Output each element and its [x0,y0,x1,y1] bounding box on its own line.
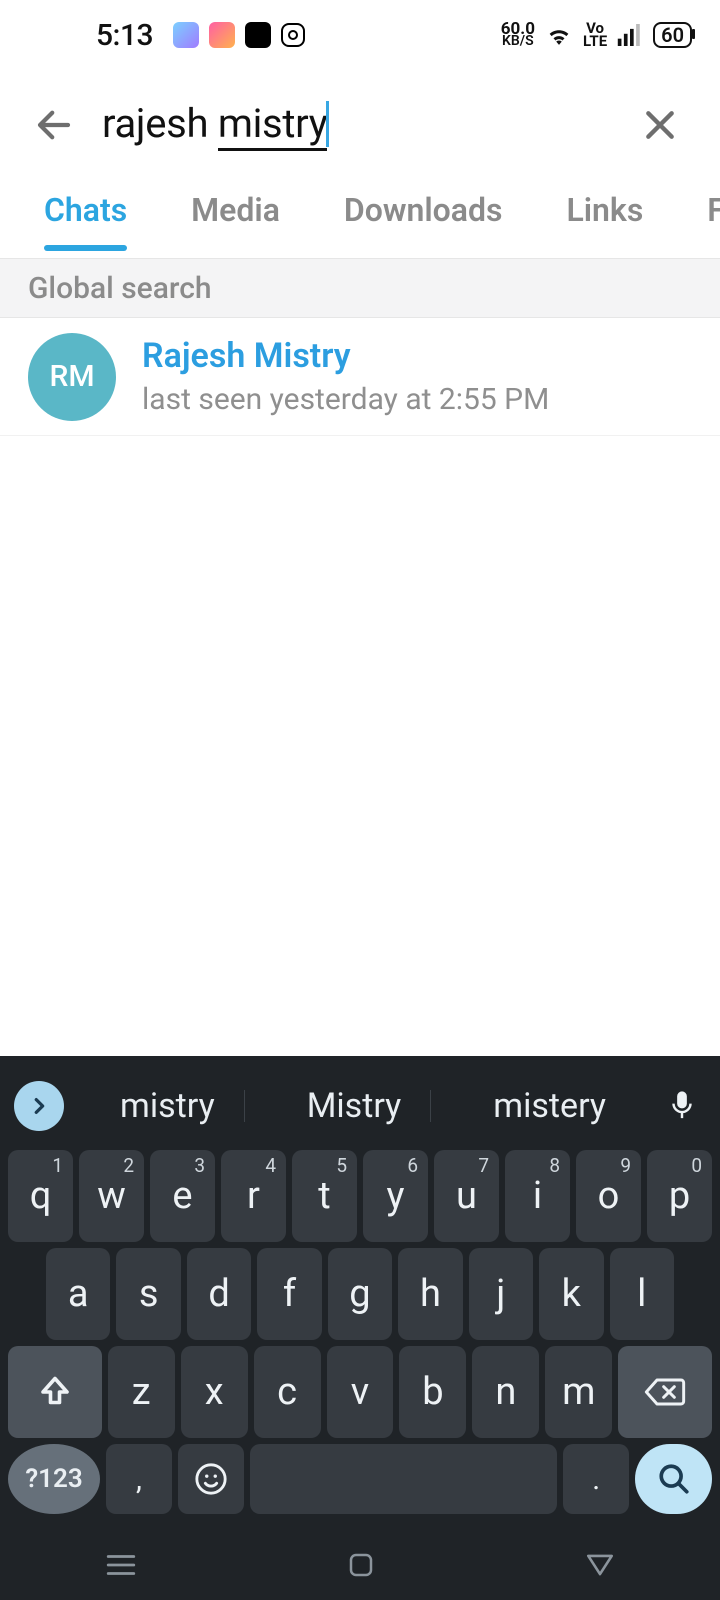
nav-recent-icon[interactable] [104,1552,138,1578]
kb-key-m[interactable]: m [545,1346,612,1438]
tray-app-icon-3 [245,22,271,48]
kb-key-w[interactable]: w2 [79,1150,144,1242]
status-time: 5:13 [96,18,153,53]
wifi-icon [545,24,573,46]
kb-key-l[interactable]: l [610,1248,674,1340]
kb-key-j[interactable]: j [469,1248,533,1340]
avatar: RM [28,333,116,421]
battery-indicator: 60 [653,22,692,48]
kb-key-x[interactable]: x [181,1346,248,1438]
kb-key-v[interactable]: v [327,1346,394,1438]
search-input[interactable]: rajesh mistry [102,100,630,149]
result-name: Rajesh Mistry [142,336,549,376]
kb-expand-button[interactable] [14,1081,64,1131]
signal-icon [617,24,643,46]
kb-shift-key[interactable] [8,1346,102,1438]
kb-key-y[interactable]: y6 [363,1150,428,1242]
kb-suggestion-2[interactable]: Mistry [293,1084,416,1128]
kb-key-i[interactable]: i8 [505,1150,570,1242]
kb-numbers-key[interactable]: ?123 [8,1444,100,1514]
tray-app-icon-instagram [281,23,305,47]
kb-key-p[interactable]: p0 [647,1150,712,1242]
kb-search-key[interactable] [635,1444,712,1514]
kb-period-key[interactable]: . [563,1444,629,1514]
tab-chats[interactable]: Chats [44,191,127,247]
kb-key-s[interactable]: s [116,1248,180,1340]
nav-home-icon[interactable] [346,1550,376,1580]
kb-key-r[interactable]: r4 [221,1150,286,1242]
kb-key-q[interactable]: q1 [8,1150,73,1242]
clear-search-button[interactable] [630,95,690,155]
kb-key-n[interactable]: n [472,1346,539,1438]
kb-key-b[interactable]: b [399,1346,466,1438]
search-result-row[interactable]: RM Rajesh Mistry last seen yesterday at … [0,318,720,436]
tab-files-truncated[interactable]: F [707,191,720,247]
kb-key-o[interactable]: o9 [576,1150,641,1242]
kb-key-a[interactable]: a [46,1248,110,1340]
search-header: rajesh mistry [0,70,720,180]
kb-key-t[interactable]: t5 [292,1150,357,1242]
kb-key-c[interactable]: c [254,1346,321,1438]
kb-key-g[interactable]: g [328,1248,392,1340]
kb-key-e[interactable]: e3 [150,1150,215,1242]
kb-mic-icon[interactable] [660,1089,704,1123]
back-button[interactable] [24,95,84,155]
kb-comma-key[interactable]: , [106,1444,172,1514]
kb-backspace-key[interactable] [618,1346,712,1438]
tab-downloads[interactable]: Downloads [344,191,503,247]
kb-key-z[interactable]: z [108,1346,175,1438]
kb-suggestion-3[interactable]: mistery [479,1084,620,1128]
section-global-search: Global search [0,258,720,318]
kb-key-u[interactable]: u7 [434,1150,499,1242]
kb-key-d[interactable]: d [187,1248,251,1340]
status-bar: 5:13 60.0 KB/S Vo LTE 60 [0,0,720,70]
kb-key-h[interactable]: h [398,1248,462,1340]
kb-suggestion-1[interactable]: mistry [106,1084,229,1128]
kb-emoji-key[interactable] [178,1444,244,1514]
kb-key-f[interactable]: f [257,1248,321,1340]
tray-app-icon-1 [173,22,199,48]
system-nav-bar [0,1530,720,1600]
tab-links[interactable]: Links [566,191,643,247]
nav-back-icon[interactable] [584,1552,616,1578]
network-speed: 60.0 KB/S [501,22,535,48]
result-status: last seen yesterday at 2:55 PM [142,382,549,417]
tray-app-icon-2 [209,22,235,48]
text-cursor [326,101,329,147]
tab-media[interactable]: Media [191,191,280,247]
volte-icon: Vo LTE [583,22,607,48]
kb-space-key[interactable] [250,1444,557,1514]
soft-keyboard: mistry Mistry mistery q1w2e3r4t5y6u7i8o9… [0,1056,720,1530]
search-tabs: Chats Media Downloads Links F [0,180,720,258]
kb-key-k[interactable]: k [539,1248,603,1340]
